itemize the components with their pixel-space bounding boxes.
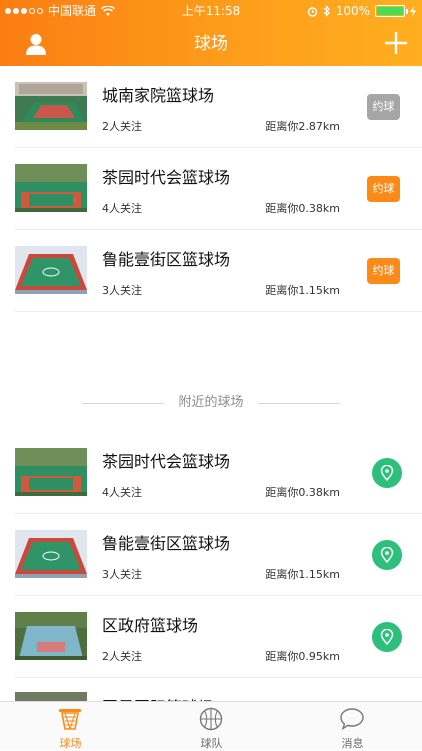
app-header: 中国联通 上午11:58 100% 球场 — [0, 0, 422, 66]
court-list-item[interactable]: 鲁能壹街区篮球场 3人关注 距离你1.15km 约球 — [0, 230, 422, 312]
court-thumbnail — [15, 246, 87, 294]
court-distance: 距离你2.87km — [265, 120, 340, 133]
page-title: 球场 — [194, 34, 228, 54]
court-distance: 距离你1.15km — [265, 568, 340, 581]
follower-count: 3人关注 — [102, 568, 142, 581]
basketball-hoop-icon — [59, 709, 81, 730]
court-thumbnail — [15, 448, 87, 496]
alarm-icon — [307, 6, 317, 17]
divider — [15, 311, 422, 312]
bluetooth-icon — [323, 5, 330, 17]
court-name: 城南家院篮球场 — [102, 86, 215, 105]
tab-courts[interactable]: 球场 — [0, 702, 141, 751]
court-name: 茶园时代会篮球场 — [102, 452, 231, 471]
follower-count: 4人关注 — [102, 202, 142, 215]
tab-label: 消息 — [341, 737, 364, 750]
court-distance: 距离你0.95km — [265, 650, 340, 663]
nearby-court-item[interactable]: 鲁能壹街区篮球场 3人关注 距离你1.15km — [0, 514, 422, 596]
court-distance: 距离你0.38km — [265, 486, 340, 499]
court-name: 区政府篮球场 — [102, 616, 199, 635]
tab-teams[interactable]: 球队 — [141, 702, 282, 751]
basketball-icon — [199, 707, 223, 731]
add-icon[interactable] — [384, 31, 408, 55]
court-list-item[interactable]: 城南家院篮球场 2人关注 距离你2.87km 约球 — [0, 66, 422, 148]
battery-percent: 100% — [335, 4, 370, 18]
status-bar: 中国联通 上午11:58 100% — [0, 0, 422, 22]
map-pin-icon[interactable] — [372, 622, 402, 652]
nearby-court-item[interactable]: 区政府篮球场 2人关注 距离你0.95km — [0, 596, 422, 678]
tab-messages[interactable]: 消息 — [282, 702, 422, 751]
map-pin-icon[interactable] — [372, 458, 402, 488]
battery-icon — [375, 5, 408, 17]
tab-label: 球队 — [200, 737, 223, 750]
map-pin-icon[interactable] — [372, 540, 402, 570]
court-distance: 距离你1.15km — [265, 284, 340, 297]
court-thumbnail — [15, 612, 87, 660]
book-game-button[interactable]: 约球 — [367, 258, 400, 284]
book-game-button[interactable]: 约球 — [367, 94, 400, 120]
court-list-item[interactable]: 茶园时代会篮球场 4人关注 距离你0.38km 约球 — [0, 148, 422, 230]
court-name: 鲁能壹街区篮球场 — [102, 250, 231, 269]
follower-count: 4人关注 — [102, 486, 142, 499]
tab-label: 球场 — [59, 737, 82, 750]
book-game-button[interactable]: 约球 — [367, 176, 400, 202]
follower-count: 2人关注 — [102, 650, 142, 663]
nearby-court-item[interactable]: 茶园时代会篮球场 4人关注 距离你0.38km — [0, 432, 422, 514]
nav-bar: 球场 — [0, 22, 422, 66]
court-name: 鲁能壹街区篮球场 — [102, 534, 231, 553]
chat-bubble-icon — [340, 708, 364, 731]
follower-count: 2人关注 — [102, 120, 142, 133]
court-thumbnail — [15, 82, 87, 130]
court-name: 茶园时代会篮球场 — [102, 168, 231, 187]
court-thumbnail — [15, 164, 87, 212]
follower-count: 3人关注 — [102, 284, 142, 297]
divider — [258, 403, 340, 404]
section-title: 附近的球场 — [178, 395, 244, 410]
court-distance: 距离你0.38km — [265, 202, 340, 215]
charging-icon — [410, 5, 416, 17]
nearby-section-header: 附近的球场 — [0, 393, 422, 413]
court-thumbnail — [15, 530, 87, 578]
tab-bar: 球场 球队 消息 — [0, 701, 422, 750]
divider — [15, 677, 422, 678]
